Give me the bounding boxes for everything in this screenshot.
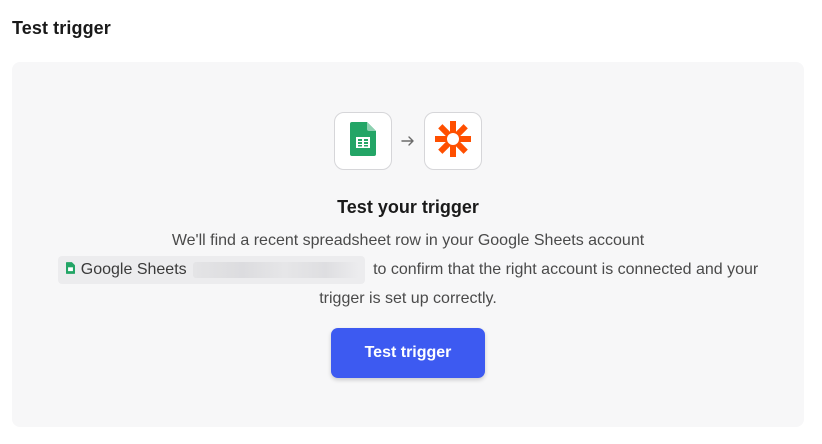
account-chip-label: Google Sheets xyxy=(80,261,187,279)
zapier-app-tile xyxy=(424,112,482,170)
description-start: We'll find a recent spreadsheet row in y… xyxy=(171,232,645,249)
test-trigger-card: Test your trigger We'll find a recent sp… xyxy=(12,62,804,427)
redacted-account-name xyxy=(192,261,359,278)
test-trigger-button[interactable]: Test trigger xyxy=(331,328,485,378)
google-sheets-icon xyxy=(65,255,75,284)
test-trigger-page: Test trigger Test your trigger We'll fin… xyxy=(0,0,822,444)
account-chip[interactable]: Google Sheets xyxy=(57,255,365,284)
description-end: to confirm that the right account is con… xyxy=(319,261,759,307)
app-icons-row xyxy=(12,112,804,170)
arrow-right-icon xyxy=(392,136,424,146)
card-heading: Test your trigger xyxy=(337,197,479,217)
section-title: Test trigger xyxy=(12,18,111,38)
zapier-icon xyxy=(434,120,472,163)
google-sheets-app-tile xyxy=(334,112,392,170)
google-sheets-icon xyxy=(350,121,376,161)
card-description: We'll find a recent spreadsheet row in y… xyxy=(42,226,774,313)
